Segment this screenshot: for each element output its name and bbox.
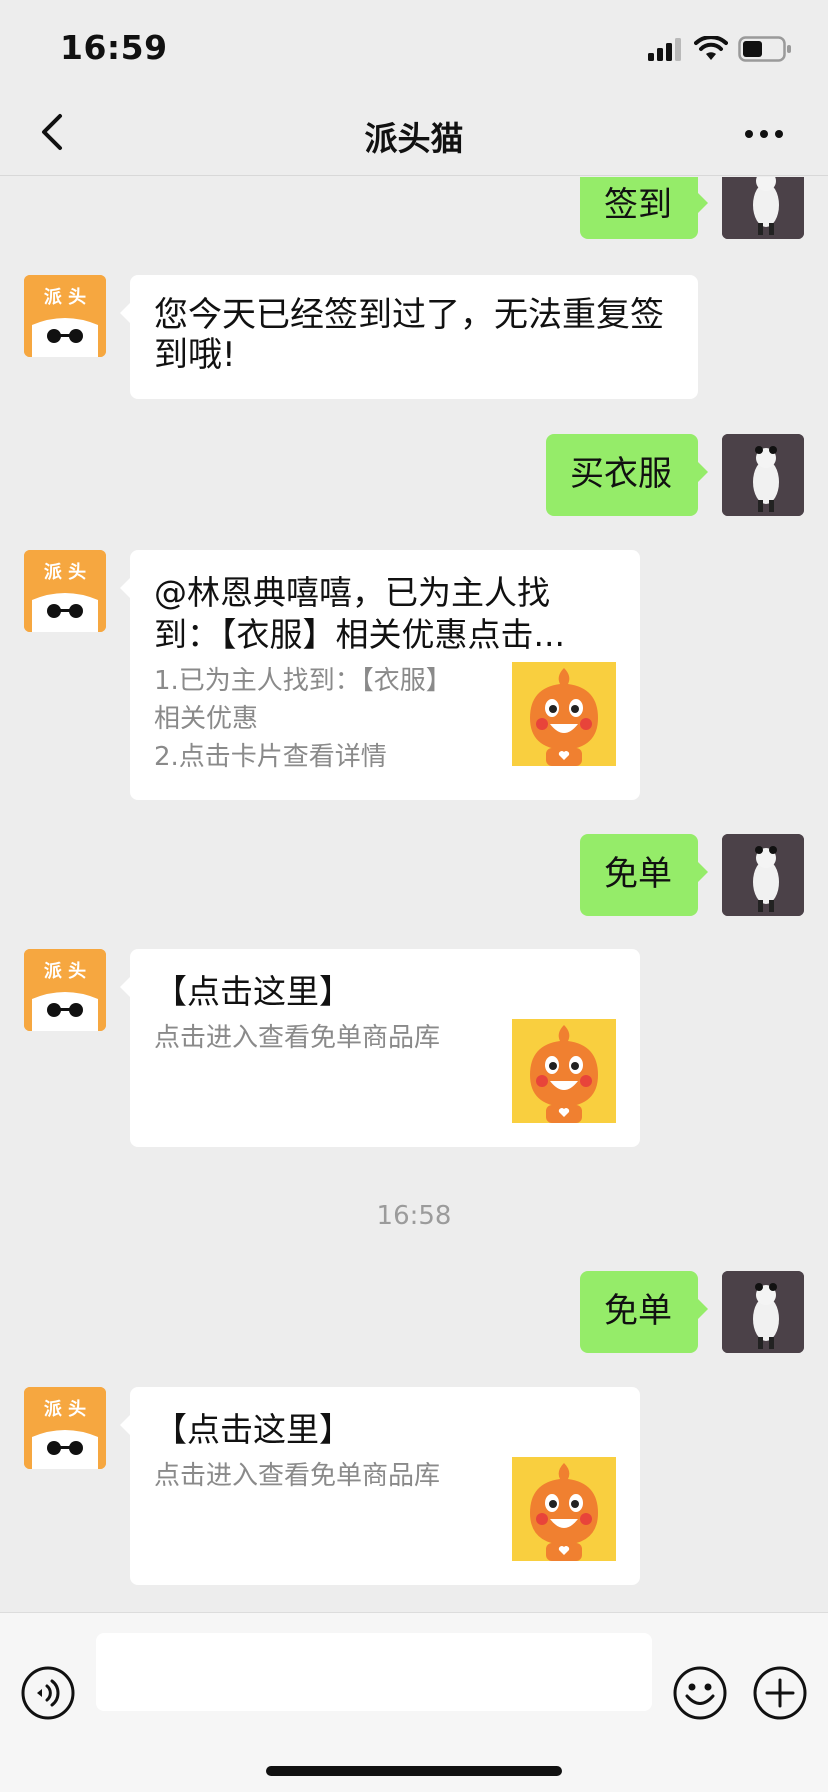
message-text: 买衣服 [570,454,672,494]
panda-avatar-icon [722,177,804,239]
more-options-icon[interactable] [744,128,784,140]
card-title: 【点击这里】 [154,972,352,1011]
user-message-bubble[interactable]: 买衣服 [546,434,708,516]
bot-avatar-text: 派 头 [44,961,86,982]
card-title: 【点击这里】 [154,1410,352,1449]
bot-avatar[interactable]: 派 头 [24,275,106,357]
home-indicator [266,1766,562,1776]
message-text: 免单 [604,854,672,894]
bot-avatar[interactable]: 派 头 [24,1387,106,1469]
status-time: 16:59 [60,28,168,67]
more-actions-plus-icon[interactable] [752,1665,808,1721]
message-text: 您今天已经签到过了，无法重复签到哦! [154,295,664,375]
bot-avatar-text: 派 头 [44,1399,86,1420]
promo-card[interactable]: @林恩典嘻嘻，已为主人找到：【衣服】相关优惠点击... 1.已为主人找到：【衣服… [120,550,640,800]
card-thumbnail [512,1457,616,1561]
card-description: 1.已为主人找到：【衣服】相关优惠 2.点击卡片查看详情 [154,666,452,772]
message-text: 签到 [604,185,672,225]
status-bar: 16:59 [0,0,828,100]
mascot-icon [512,662,616,766]
emoji-icon[interactable] [672,1665,728,1721]
message-input[interactable] [96,1633,652,1711]
timestamp: 16:58 [376,1201,452,1231]
user-avatar[interactable] [722,1271,804,1353]
cat-logo-icon: 派 头 [24,550,106,632]
bot-avatar-text: 派 头 [44,287,86,308]
input-bar [0,1612,828,1792]
bot-message-bubble[interactable]: 您今天已经签到过了，无法重复签到哦! [120,275,698,399]
promo-card[interactable]: 【点击这里】 点击进入查看免单商品库 [120,1387,640,1585]
user-message-bubble[interactable]: 签到 [580,177,708,239]
bot-avatar-text: 派 头 [44,562,86,583]
chat-message-list[interactable]: 签到 派 头 您今天已经签到过了，无法重复签到哦! 买衣服 派 头 @林恩典嘻嘻… [0,177,828,1612]
promo-card[interactable]: 【点击这里】 点击进入查看免单商品库 [120,949,640,1147]
card-description: 点击进入查看免单商品库 [154,1461,441,1491]
cat-logo-icon: 派 头 [24,1387,106,1469]
cat-logo-icon: 派 头 [24,275,106,357]
battery-icon [738,36,791,62]
panda-avatar-icon [722,434,804,516]
card-thumbnail [512,1019,616,1123]
message-text: 免单 [604,1291,672,1331]
panda-avatar-icon [722,834,804,916]
user-avatar[interactable] [722,434,804,516]
bot-avatar[interactable]: 派 头 [24,550,106,632]
panda-avatar-icon [722,1271,804,1353]
user-avatar[interactable] [722,177,804,239]
chat-title: 派头猫 [364,119,464,158]
cat-logo-icon: 派 头 [24,949,106,1031]
mascot-icon [512,1019,616,1123]
voice-input-icon[interactable] [20,1665,76,1721]
nav-bar: 派头猫 [0,100,828,176]
wifi-icon [694,36,728,60]
card-title: @林恩典嘻嘻，已为主人找到：【衣服】相关优惠点击... [154,573,565,654]
status-icons [648,36,792,62]
card-description: 点击进入查看免单商品库 [154,1023,441,1053]
mascot-icon [512,1457,616,1561]
bot-avatar[interactable]: 派 头 [24,949,106,1031]
card-thumbnail [512,662,616,766]
user-message-bubble[interactable]: 免单 [580,834,708,916]
cellular-signal-icon [648,38,681,61]
user-message-bubble[interactable]: 免单 [580,1271,708,1353]
user-avatar[interactable] [722,834,804,916]
